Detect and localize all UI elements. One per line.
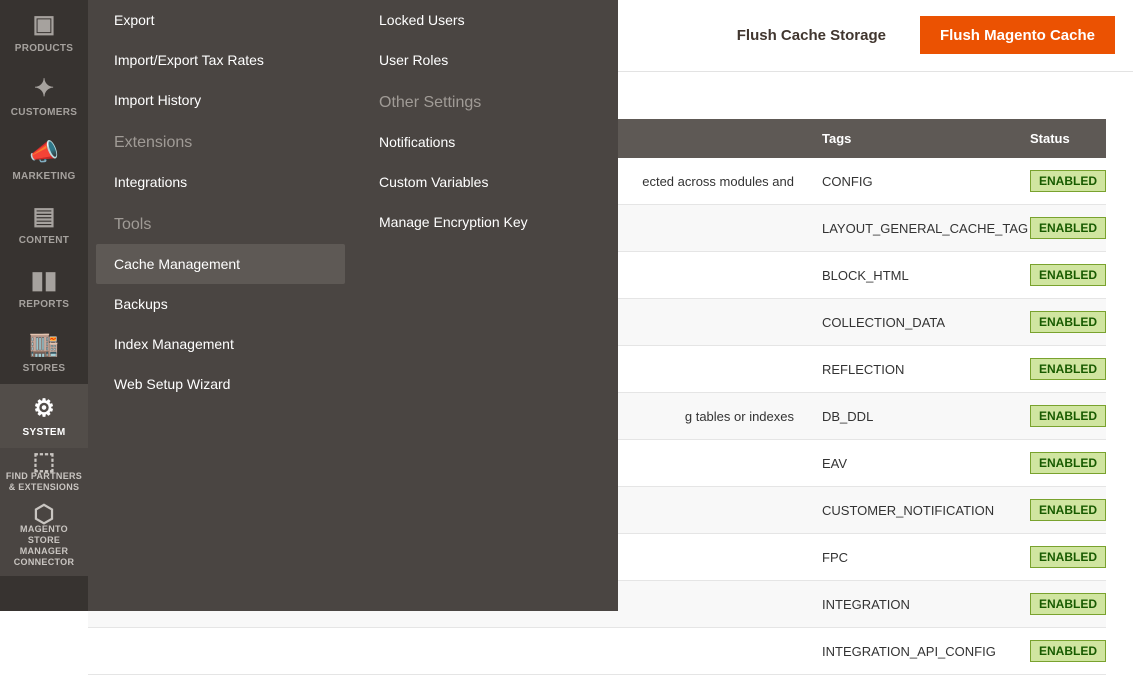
rail-stores[interactable]: 🏬 STORES	[0, 320, 88, 384]
cell-tags: CONFIG	[808, 158, 1016, 205]
rail-connector-label: MAGENTO STORE MANAGER CONNECTOR	[4, 524, 84, 568]
rail-customers[interactable]: ✦ CUSTOMERS	[0, 64, 88, 128]
bars-icon: ▮▮	[31, 266, 57, 295]
cell-status: ENABLED	[1016, 534, 1106, 581]
menu-item-cache-management[interactable]: Cache Management	[96, 244, 345, 284]
status-badge: ENABLED	[1030, 217, 1106, 239]
rail-marketing-label: MARKETING	[12, 171, 75, 182]
cell-tags: DB_DDL	[808, 393, 1016, 440]
menu-item-import-history[interactable]: Import History	[88, 80, 353, 120]
menu-item-manage-encryption-key[interactable]: Manage Encryption Key	[353, 202, 618, 242]
status-badge: ENABLED	[1030, 358, 1106, 380]
cell-tags: COLLECTION_DATA	[808, 299, 1016, 346]
storefront-icon: 🏬	[29, 330, 59, 359]
cell-status: ENABLED	[1016, 440, 1106, 487]
status-badge: ENABLED	[1030, 405, 1106, 427]
cell-tags: FPC	[808, 534, 1016, 581]
rail-partners[interactable]: ⬚ FIND PARTNERS & EXTENSIONS	[0, 448, 88, 501]
gear-icon: ⚙	[33, 394, 55, 423]
cell-tags: INTEGRATION	[808, 581, 1016, 628]
menu-item-user-roles[interactable]: User Roles	[353, 40, 618, 80]
cell-status: ENABLED	[1016, 158, 1106, 205]
rail-system-label: SYSTEM	[23, 427, 66, 438]
megaphone-icon: 📣	[29, 138, 59, 167]
cell-desc	[88, 628, 808, 675]
cell-status: ENABLED	[1016, 346, 1106, 393]
rail-marketing[interactable]: 📣 MARKETING	[0, 128, 88, 192]
table-row[interactable]: INTEGRATION_API_CONFIG ENABLED	[88, 628, 1106, 675]
person-icon: ✦	[34, 74, 54, 103]
rail-reports[interactable]: ▮▮ REPORTS	[0, 256, 88, 320]
layout-icon: ▤	[33, 202, 56, 231]
box-icon: ▣	[33, 10, 56, 39]
flush-magento-cache-button[interactable]: Flush Magento Cache	[920, 16, 1115, 54]
system-flyout: ExportImport/Export Tax RatesImport Hist…	[88, 0, 618, 611]
cell-tags: INTEGRATION_API_CONFIG	[808, 628, 1016, 675]
status-badge: ENABLED	[1030, 452, 1106, 474]
cell-tags: CUSTOMER_NOTIFICATION	[808, 487, 1016, 534]
rail-system[interactable]: ⚙ SYSTEM	[0, 384, 88, 448]
cell-status: ENABLED	[1016, 205, 1106, 252]
col-header-status: Status	[1016, 119, 1106, 158]
rail-customers-label: CUSTOMERS	[11, 107, 77, 118]
menu-item-web-setup-wizard[interactable]: Web Setup Wizard	[88, 364, 353, 404]
menu-item-notifications[interactable]: Notifications	[353, 122, 618, 162]
rail-reports-label: REPORTS	[19, 299, 69, 310]
cell-tags: LAYOUT_GENERAL_CACHE_TAG	[808, 205, 1016, 252]
cell-tags: BLOCK_HTML	[808, 252, 1016, 299]
rail-stores-label: STORES	[23, 363, 66, 374]
rail-content-label: CONTENT	[19, 235, 69, 246]
rail-products[interactable]: ▣ PRODUCTS	[0, 0, 88, 64]
group-extensions: Extensions	[88, 120, 353, 162]
cell-status: ENABLED	[1016, 487, 1106, 534]
menu-item-export[interactable]: Export	[88, 0, 353, 40]
status-badge: ENABLED	[1030, 170, 1106, 192]
group-other-settings: Other Settings	[353, 80, 618, 122]
cell-status: ENABLED	[1016, 628, 1106, 675]
status-badge: ENABLED	[1030, 593, 1106, 615]
hexagon-icon: ⬡	[34, 509, 55, 520]
cell-tags: EAV	[808, 440, 1016, 487]
rail-products-label: PRODUCTS	[15, 43, 74, 54]
cubes-icon: ⬚	[33, 456, 56, 467]
cell-status: ENABLED	[1016, 581, 1106, 628]
page-actions: Flush Cache Storage Flush Magento Cache	[717, 16, 1115, 54]
status-badge: ENABLED	[1030, 546, 1106, 568]
cell-status: ENABLED	[1016, 393, 1106, 440]
menu-item-custom-variables[interactable]: Custom Variables	[353, 162, 618, 202]
status-badge: ENABLED	[1030, 264, 1106, 286]
rail-connector[interactable]: ⬡ MAGENTO STORE MANAGER CONNECTOR	[0, 501, 88, 576]
menu-item-import-export-tax-rates[interactable]: Import/Export Tax Rates	[88, 40, 353, 80]
rail-partners-label: FIND PARTNERS & EXTENSIONS	[4, 471, 84, 493]
cell-tags: REFLECTION	[808, 346, 1016, 393]
status-badge: ENABLED	[1030, 311, 1106, 333]
menu-item-locked-users[interactable]: Locked Users	[353, 0, 618, 40]
rail-content[interactable]: ▤ CONTENT	[0, 192, 88, 256]
flush-cache-storage-button[interactable]: Flush Cache Storage	[717, 16, 906, 54]
admin-rail: ▣ PRODUCTS ✦ CUSTOMERS 📣 MARKETING ▤ CONTENT…	[0, 0, 88, 611]
status-badge: ENABLED	[1030, 499, 1106, 521]
col-header-tags: Tags	[808, 119, 1016, 158]
status-badge: ENABLED	[1030, 640, 1106, 662]
menu-item-index-management[interactable]: Index Management	[88, 324, 353, 364]
cell-status: ENABLED	[1016, 299, 1106, 346]
menu-item-backups[interactable]: Backups	[88, 284, 353, 324]
group-tools: Tools	[88, 202, 353, 244]
menu-item-integrations[interactable]: Integrations	[88, 162, 353, 202]
cell-status: ENABLED	[1016, 252, 1106, 299]
